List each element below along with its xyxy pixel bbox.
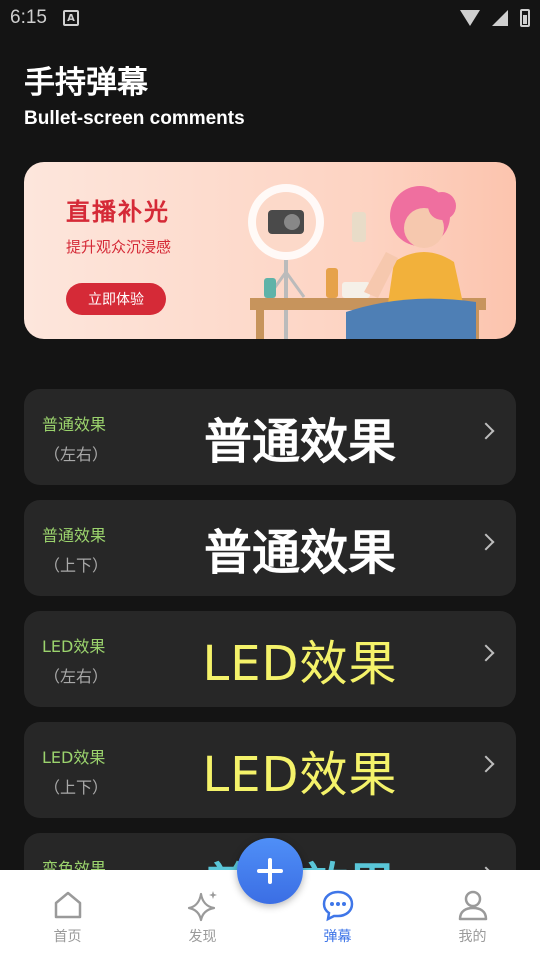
- wifi-icon: [460, 10, 480, 26]
- sparkle-icon: [187, 891, 217, 922]
- card-label: 普通效果: [42, 415, 107, 434]
- card-sublabel: （上下）: [44, 778, 109, 797]
- banner-title: 直播补光: [66, 197, 170, 226]
- status-time: 6:15: [10, 7, 47, 28]
- livestream-illustration: [248, 184, 486, 339]
- page-title: 手持弹幕: [24, 65, 148, 101]
- home-icon: [54, 891, 81, 919]
- card-preview-text: 普通效果: [203, 414, 396, 470]
- status-icons: [460, 9, 530, 27]
- page-subtitle: Bullet-screen comments: [24, 108, 245, 129]
- effect-card-led-horizontal[interactable]: LED效果 （左右） LED效果: [24, 611, 516, 707]
- card-label: 普通效果: [42, 526, 107, 545]
- card-preview-text: 普通效果: [203, 525, 396, 581]
- battery-icon: [520, 9, 530, 27]
- chat-bubble-icon: [322, 890, 353, 922]
- effect-card-led-vertical[interactable]: LED效果 （上下） LED效果: [24, 722, 516, 818]
- chevron-right-icon: [477, 533, 495, 551]
- card-sublabel: （左右）: [44, 667, 109, 686]
- card-sublabel: （上下）: [44, 556, 109, 575]
- effect-card-normal-horizontal[interactable]: 普通效果 （左右） 普通效果: [24, 389, 516, 485]
- tab-profile[interactable]: 我的: [405, 870, 540, 960]
- card-preview-text: LED效果: [202, 636, 398, 692]
- card-preview-text: LED效果: [202, 747, 398, 803]
- effect-card-normal-vertical[interactable]: 普通效果 （上下） 普通效果: [24, 500, 516, 596]
- tab-label: 我的: [458, 929, 487, 945]
- tab-label: 发现: [188, 929, 217, 945]
- status-bar: 6:15 A: [0, 0, 540, 36]
- notification-icon: A: [62, 10, 79, 26]
- card-label: LED效果: [42, 637, 106, 656]
- tab-label: 弹幕: [323, 929, 352, 945]
- chevron-right-icon: [477, 644, 495, 662]
- chevron-right-icon: [477, 422, 495, 440]
- promo-banner[interactable]: 直播补光 提升观众沉浸感 立即体验: [24, 162, 516, 339]
- banner-subtitle: 提升观众沉浸感: [66, 238, 172, 256]
- chevron-right-icon: [477, 755, 495, 773]
- signal-icon: [492, 10, 508, 26]
- page-header: 手持弹幕 Bullet-screen comments: [24, 62, 245, 130]
- plus-icon: [257, 858, 283, 884]
- try-now-button[interactable]: 立即体验: [66, 283, 166, 315]
- card-label: LED效果: [42, 748, 106, 767]
- user-icon: [458, 890, 487, 921]
- tab-label: 首页: [53, 929, 82, 945]
- card-sublabel: （左右）: [44, 445, 109, 464]
- add-button[interactable]: [237, 838, 303, 904]
- tab-home[interactable]: 首页: [0, 870, 135, 960]
